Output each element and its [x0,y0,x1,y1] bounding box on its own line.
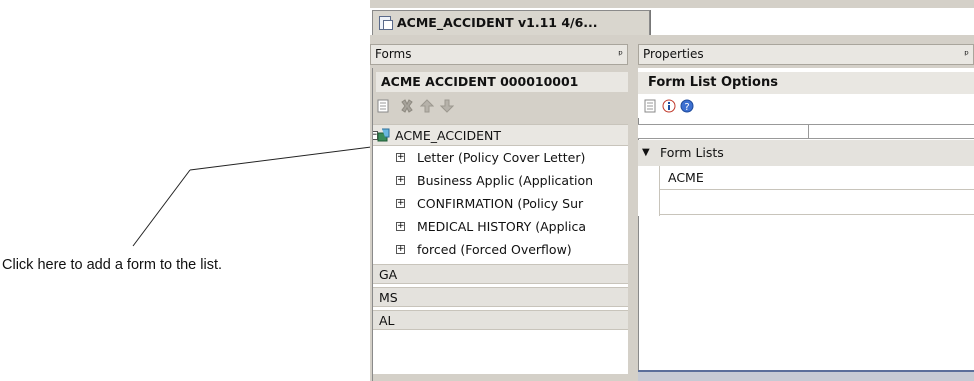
document-tab[interactable]: ACME_ACCIDENT v1.11 4/6... [372,10,650,35]
tree-item[interactable]: + Business Applic (Application [373,170,628,192]
forms-panel-footer [373,374,628,381]
group-row-ms[interactable]: MS [373,287,628,307]
tree-item[interactable]: + CONFIRMATION (Policy Sur [373,193,628,215]
tree-root-label: ACME_ACCIDENT [395,128,501,143]
tree-item-label: Letter (Policy Cover Letter) [417,150,586,165]
property-grid-header [638,124,974,139]
property-grid-column-separator[interactable] [808,125,809,138]
forms-panel-title: Forms [375,47,412,61]
delete-icon[interactable] [400,99,414,113]
expand-icon[interactable]: + [396,222,405,231]
document-icon [379,16,393,30]
form-set-icon [377,128,390,142]
tree-item-label: MEDICAL HISTORY (Applica [417,219,586,234]
forms-tree: − ACME_ACCIDENT + Letter (Policy Cover L… [373,124,628,381]
expand-icon[interactable]: + [396,245,405,254]
form-list-row-empty[interactable] [660,191,974,215]
tree-item[interactable]: + MEDICAL HISTORY (Applica [373,216,628,238]
tree-item[interactable]: + Letter (Policy Cover Letter) [373,147,628,169]
properties-icon[interactable] [643,99,657,113]
info-icon[interactable] [662,99,676,113]
properties-pin-icon[interactable]: ᵖ [964,45,969,64]
form-set-name: ACME ACCIDENT 000010001 [376,72,628,92]
help-icon[interactable]: ? [680,99,694,113]
tree-item-label: Business Applic (Application [417,173,594,188]
panel-splitter[interactable] [628,44,638,381]
form-list-options-title: Form List Options [638,72,974,94]
form-list-row[interactable]: ACME [660,166,974,190]
callout-line-diagonal [132,169,191,247]
tree-item[interactable]: + forced (Forced Overflow) [373,239,628,261]
collapse-triangle-icon[interactable]: ▼ [642,140,650,166]
properties-icon[interactable] [376,99,390,113]
tree-item-label: forced (Forced Overflow) [417,242,572,257]
svg-text:?: ? [684,102,689,113]
group-row-al[interactable]: AL [373,310,628,330]
properties-toolbar: ? [643,96,973,118]
forms-toolbar [376,96,628,118]
form-lists-category[interactable]: ▼ Form Lists [638,140,974,166]
tree-item-label: CONFIRMATION (Policy Sur [417,196,584,211]
callout-text: Click here to add a form to the list. [2,257,223,273]
form-lists-gutter [638,166,660,216]
form-lists-label: Form Lists [660,145,724,160]
document-tab-label: ACME_ACCIDENT v1.11 4/6... [397,15,598,30]
forms-pin-icon[interactable]: ᵖ [618,45,623,64]
expand-icon[interactable]: + [396,176,405,185]
properties-panel-header: Properties ᵖ [638,44,974,65]
properties-status-strip [638,370,974,381]
move-up-icon[interactable] [420,99,434,113]
move-down-icon[interactable] [440,99,454,113]
expand-icon[interactable]: + [396,199,405,208]
tree-root-row[interactable]: − ACME_ACCIDENT [373,124,628,146]
expand-icon[interactable]: + [396,153,405,162]
forms-panel-header: Forms ᵖ [370,44,628,65]
group-row-ga[interactable]: GA [373,264,628,284]
tab-separator [650,10,651,35]
properties-panel-title: Properties [643,47,704,61]
